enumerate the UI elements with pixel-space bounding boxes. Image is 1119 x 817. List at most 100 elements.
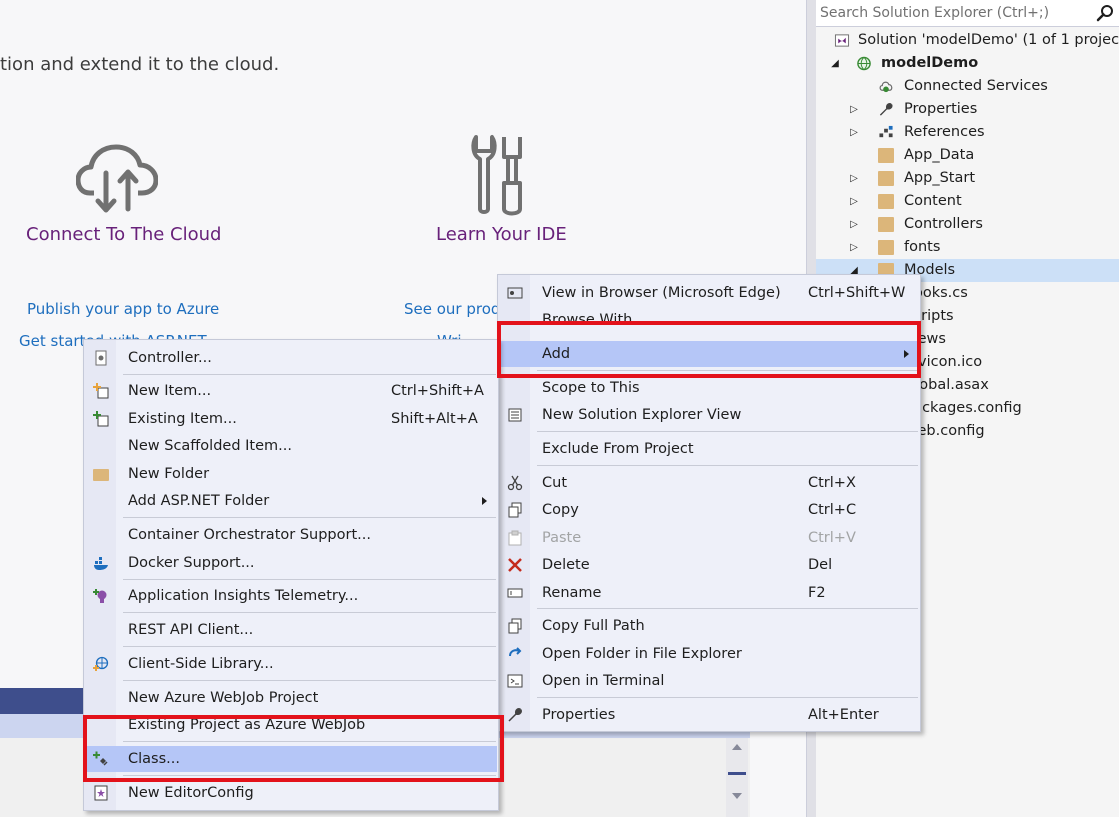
tree-item-content[interactable]: ▷ Content xyxy=(816,190,1119,213)
menu-item-shortcut: Ctrl+C xyxy=(808,502,857,518)
submenu-item-docker-support[interactable]: Docker Support... xyxy=(85,550,497,576)
menu-item-label: Add ASP.NET Folder xyxy=(128,493,270,509)
submenu-item-new-azure-webjob[interactable]: New Azure WebJob Project xyxy=(85,685,497,711)
submenu-item-rest-api-client[interactable]: REST API Client... xyxy=(85,617,497,643)
submenu-item-controller[interactable]: Controller... xyxy=(85,345,497,371)
collapsed-arrow-icon[interactable]: ▷ xyxy=(848,236,860,259)
menu-item-browse-with[interactable]: Browse With... xyxy=(499,307,919,333)
folder-icon xyxy=(878,171,894,186)
menu-item-label: Existing Item... xyxy=(128,411,237,427)
menu-item-delete[interactable]: Delete Del xyxy=(499,552,919,578)
search-input[interactable] xyxy=(820,3,1080,23)
menu-item-open-in-terminal[interactable]: Open in Terminal xyxy=(499,668,919,694)
submenu-item-new-item[interactable]: New Item... Ctrl+Shift+A xyxy=(85,378,497,404)
collapsed-arrow-icon[interactable]: ▷ xyxy=(848,213,860,236)
menu-item-new-solution-explorer-view[interactable]: New Solution Explorer View xyxy=(499,402,919,428)
submenu-item-new-editorconfig[interactable]: New EditorConfig xyxy=(85,780,497,806)
search-icon[interactable] xyxy=(1096,4,1114,22)
menu-item-rename[interactable]: Rename F2 xyxy=(499,580,919,606)
menu-item-shortcut: Ctrl+Shift+W xyxy=(808,285,906,301)
copy-path-icon xyxy=(508,618,522,634)
menu-item-add[interactable]: Add xyxy=(499,341,919,367)
tree-item-label: References xyxy=(904,124,985,140)
collapsed-arrow-icon[interactable]: ▷ xyxy=(848,98,860,121)
browser-icon xyxy=(507,287,523,299)
menu-item-shortcut: F2 xyxy=(808,585,826,601)
menu-item-label: Open in Terminal xyxy=(542,673,665,689)
collapsed-arrow-icon[interactable]: ▷ xyxy=(848,121,860,144)
menu-item-shortcut: Del xyxy=(808,557,833,573)
menu-item-view-in-browser[interactable]: View in Browser (Microsoft Edge) Ctrl+Sh… xyxy=(499,280,919,306)
tools-icon[interactable] xyxy=(470,133,526,217)
menu-item-label: Delete xyxy=(542,557,590,573)
menu-item-scope-to-this[interactable]: Scope to This xyxy=(499,375,919,401)
tree-item-label: App_Start xyxy=(904,170,975,186)
tree-item-references[interactable]: ▷ References xyxy=(816,121,1119,144)
menu-separator xyxy=(123,646,496,647)
menu-item-properties[interactable]: Properties Alt+Enter xyxy=(499,702,919,728)
menu-item-label: Application Insights Telemetry... xyxy=(128,588,359,604)
refresh-arrow-icon xyxy=(509,647,522,657)
scroll-thumb[interactable] xyxy=(728,772,746,775)
folder-icon xyxy=(878,217,894,232)
menu-item-copy-full-path[interactable]: Copy Full Path xyxy=(499,613,919,639)
submenu-item-container-orchestrator[interactable]: Container Orchestrator Support... xyxy=(85,522,497,548)
rename-icon xyxy=(507,588,523,598)
cloud-upload-download-icon[interactable] xyxy=(76,143,158,215)
menu-item-label: New Folder xyxy=(128,466,210,482)
menu-item-label: Scope to This xyxy=(542,380,640,396)
menu-item-copy[interactable]: Copy Ctrl+C xyxy=(499,497,919,523)
submenu-item-new-scaffolded-item[interactable]: New Scaffolded Item... xyxy=(85,433,497,459)
collapsed-arrow-icon[interactable]: ▷ xyxy=(848,167,860,190)
connected-services-icon xyxy=(879,81,893,93)
submenu-item-existing-project-azure-webjob[interactable]: Existing Project as Azure WebJob xyxy=(85,712,497,738)
add-submenu: Controller... New Item... Ctrl+Shift+A E… xyxy=(83,339,499,811)
menu-item-shortcut: Ctrl+V xyxy=(808,530,856,546)
publish-to-azure-link[interactable]: Publish your app to Azure xyxy=(27,300,219,318)
collapsed-arrow-icon[interactable]: ▷ xyxy=(848,190,860,213)
menu-item-label: Rename xyxy=(542,585,602,601)
submenu-item-add-aspnet-folder[interactable]: Add ASP.NET Folder xyxy=(85,488,497,514)
tree-item-connected-services[interactable]: Connected Services xyxy=(816,75,1119,98)
submenu-item-existing-item[interactable]: Existing Item... Shift+Alt+A xyxy=(85,406,497,432)
menu-item-shortcut: Ctrl+X xyxy=(808,475,856,491)
feature-title-cloud[interactable]: Connect To The Cloud xyxy=(26,224,221,245)
tree-item-label: Controllers xyxy=(904,216,983,232)
vertical-scrollbar[interactable] xyxy=(726,738,748,817)
menu-item-exclude-from-project[interactable]: Exclude From Project xyxy=(499,436,919,462)
menu-item-label: Add xyxy=(542,346,571,362)
tree-item-controllers[interactable]: ▷ Controllers xyxy=(816,213,1119,236)
new-item-icon xyxy=(93,383,109,399)
references-icon xyxy=(879,125,893,138)
feature-title-ide[interactable]: Learn Your IDE xyxy=(436,224,567,245)
tree-item-app-start[interactable]: ▷ App_Start xyxy=(816,167,1119,190)
menu-item-shortcut: Alt+Enter xyxy=(808,707,879,723)
wrench-icon xyxy=(879,102,893,116)
submenu-item-class[interactable]: Class... xyxy=(85,746,497,772)
expanded-arrow-icon[interactable]: ◢ xyxy=(829,52,841,75)
menu-item-paste[interactable]: Paste Ctrl+V xyxy=(499,525,919,551)
project-node[interactable]: ◢ modelDemo xyxy=(816,52,1119,75)
scroll-down-icon[interactable] xyxy=(732,793,742,799)
scissors-icon xyxy=(507,475,523,491)
submenu-item-application-insights[interactable]: Application Insights Telemetry... xyxy=(85,583,497,609)
docker-icon xyxy=(94,557,108,570)
menu-item-open-folder-in-explorer[interactable]: Open Folder in File Explorer xyxy=(499,641,919,667)
editorconfig-icon xyxy=(94,785,108,801)
tree-item-label: App_Data xyxy=(904,147,975,163)
terminal-icon xyxy=(507,674,523,688)
menu-item-cut[interactable]: Cut Ctrl+X xyxy=(499,470,919,496)
submenu-item-client-side-library[interactable]: Client-Side Library... xyxy=(85,651,497,677)
submenu-item-new-folder[interactable]: New Folder xyxy=(85,461,497,487)
tree-item-properties[interactable]: ▷ Properties xyxy=(816,98,1119,121)
menu-item-label: Class... xyxy=(128,751,180,767)
menu-item-label: Open Folder in File Explorer xyxy=(542,646,742,662)
solution-node[interactable]: Solution 'modelDemo' (1 of 1 project) xyxy=(816,29,1119,52)
scroll-up-icon[interactable] xyxy=(732,744,742,750)
client-library-icon xyxy=(93,656,109,671)
tree-item-fonts[interactable]: ▷ fonts xyxy=(816,236,1119,259)
menu-separator xyxy=(123,374,496,375)
menu-item-label: Client-Side Library... xyxy=(128,656,274,672)
solution-explorer-search[interactable] xyxy=(816,0,1119,27)
tree-item-app-data[interactable]: App_Data xyxy=(816,144,1119,167)
